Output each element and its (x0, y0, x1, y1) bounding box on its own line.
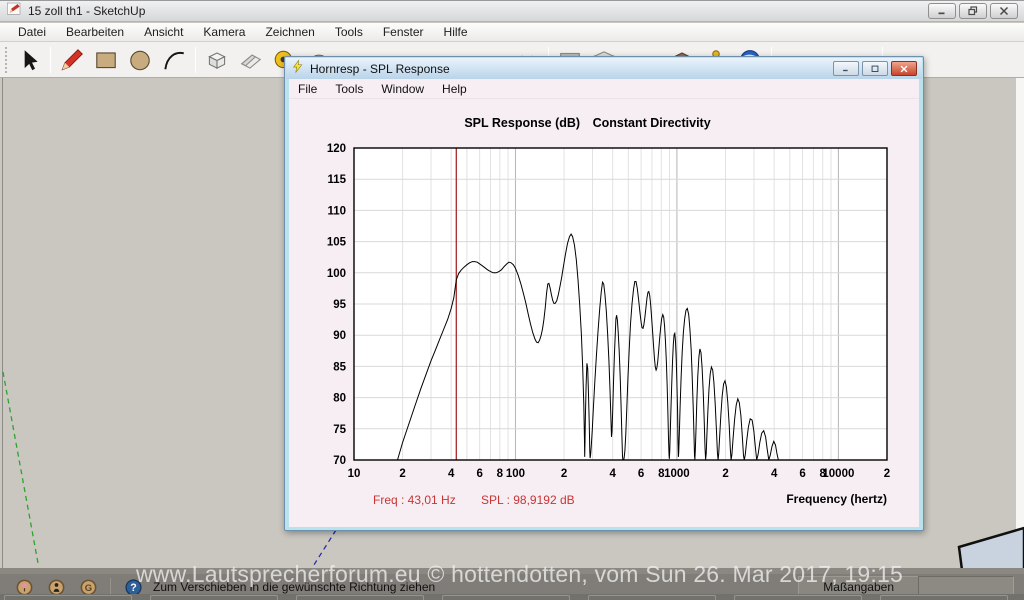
svg-text:?: ? (130, 582, 137, 594)
svg-text:100: 100 (327, 268, 346, 280)
hornresp-menu-item-help[interactable]: Help (433, 80, 476, 98)
menu-item-kamera[interactable]: Kamera (193, 23, 255, 41)
minimize-button[interactable] (833, 61, 859, 76)
svg-text:70: 70 (333, 455, 346, 467)
lightning-icon (291, 59, 305, 79)
svg-text:2: 2 (399, 468, 405, 480)
eraser-tool[interactable] (236, 45, 266, 75)
hornresp-titlebar[interactable]: Hornresp - SPL Response (286, 58, 922, 79)
hornresp-menu-item-tools[interactable]: Tools (326, 80, 372, 98)
svg-text:2: 2 (884, 468, 890, 480)
svg-text:2: 2 (722, 468, 728, 480)
svg-text:95: 95 (333, 299, 346, 311)
screen: 15 zoll th1 - SketchUp DateiBearbeitenAn… (0, 0, 1024, 600)
restore-button[interactable] (959, 3, 987, 19)
spl-response-chart[interactable]: 7075808590951001051101151201024681002468… (289, 99, 919, 527)
svg-text:10: 10 (348, 468, 361, 480)
hornresp-body: 7075808590951001051101151201024681002468… (289, 99, 919, 527)
spl-readout: SPL : 98,9192 dB (481, 493, 575, 507)
window-title: 15 zoll th1 - SketchUp (28, 4, 145, 18)
maximize-button[interactable] (862, 61, 888, 76)
taskbar-slot (296, 595, 424, 600)
svg-text:SPL Response (dB) Constant Dir: SPL Response (dB) Constant Directivity (464, 116, 710, 130)
svg-text:10000: 10000 (822, 468, 854, 480)
freq-readout: Freq : 43,01 Hz (373, 493, 456, 507)
taskbar-slot (588, 595, 716, 600)
svg-text:85: 85 (333, 361, 346, 373)
close-button[interactable] (891, 61, 917, 76)
svg-text:2: 2 (561, 468, 567, 480)
hornresp-menubar: FileToolsWindowHelp (289, 79, 919, 99)
sketchup-titlebar[interactable]: 15 zoll th1 - SketchUp (0, 0, 1024, 22)
taskbar-slot (150, 595, 278, 600)
pencil-tool[interactable] (57, 45, 87, 75)
model-white-face (1016, 78, 1024, 568)
hornresp-menu-item-file[interactable]: File (289, 80, 326, 98)
svg-text:90: 90 (333, 330, 346, 342)
hornresp-window-title: Hornresp - SPL Response (310, 62, 450, 76)
menu-item-ansicht[interactable]: Ansicht (134, 23, 193, 41)
svg-text:80: 80 (333, 393, 346, 405)
svg-text:4: 4 (771, 468, 778, 480)
arc-tool[interactable] (159, 45, 189, 75)
svg-text:100: 100 (506, 468, 525, 480)
minimize-button[interactable] (928, 3, 956, 19)
svg-text:4: 4 (609, 468, 616, 480)
close-button[interactable] (990, 3, 1018, 19)
taskbar-slot (734, 595, 862, 600)
select-arrow[interactable] (14, 45, 44, 75)
blue-axis-line (296, 528, 340, 568)
toolbar-grip[interactable] (5, 47, 9, 73)
hornresp-window: Hornresp - SPL Response FileToolsWindowH… (284, 56, 924, 531)
menu-item-fenster[interactable]: Fenster (373, 23, 434, 41)
taskbar-strip (0, 594, 1024, 600)
svg-text:1000: 1000 (664, 468, 690, 480)
menu-item-tools[interactable]: Tools (325, 23, 373, 41)
svg-text:110: 110 (327, 205, 346, 217)
svg-text:120: 120 (327, 143, 346, 155)
statusbar-hint: Zum Verschieben in die gewünschte Richtu… (153, 580, 435, 594)
taskbar-slot (442, 595, 570, 600)
sketchup-pencil-icon (6, 1, 22, 22)
green-axis-line (0, 363, 60, 568)
menu-item-bearbeiten[interactable]: Bearbeiten (56, 23, 134, 41)
svg-text:G: G (84, 582, 91, 593)
menu-item-datei[interactable]: Datei (8, 23, 56, 41)
model-blue-face (930, 443, 1024, 568)
toolbar-separator (50, 47, 51, 73)
toolbar-separator (195, 47, 196, 73)
frequency-axis-label: Frequency (hertz) (786, 492, 887, 506)
svg-text:8: 8 (497, 468, 504, 480)
menu-item-hilfe[interactable]: Hilfe (434, 23, 478, 41)
svg-text:6: 6 (799, 468, 805, 480)
taskbar-slot (880, 595, 1008, 600)
hornresp-menu-item-window[interactable]: Window (372, 80, 433, 98)
menu-item-zeichnen[interactable]: Zeichnen (255, 23, 324, 41)
pushpull-tool[interactable] (202, 45, 232, 75)
rectangle-tool[interactable] (91, 45, 121, 75)
taskbar-slot (4, 595, 132, 600)
canvas-left-edge (2, 78, 3, 568)
sketchup-menubar: DateiBearbeitenAnsichtKameraZeichnenTool… (0, 23, 1024, 42)
svg-text:6: 6 (638, 468, 644, 480)
svg-text:105: 105 (327, 237, 347, 249)
circle-tool[interactable] (125, 45, 155, 75)
svg-text:75: 75 (333, 424, 346, 436)
svg-text:4: 4 (448, 468, 455, 480)
svg-text:6: 6 (476, 468, 482, 480)
svg-text:115: 115 (327, 174, 346, 186)
